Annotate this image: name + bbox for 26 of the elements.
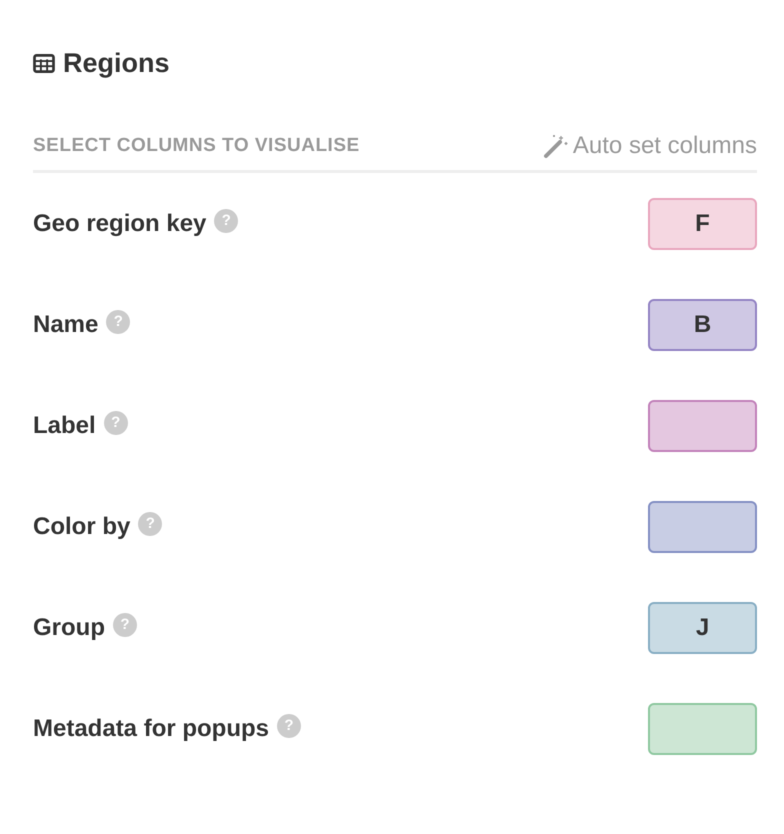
column-letter: F [695, 210, 710, 238]
help-icon[interactable]: ? [214, 208, 238, 232]
column-slot[interactable]: F [648, 198, 757, 250]
field-label: Metadata for popups [33, 714, 270, 742]
help-icon[interactable]: ? [138, 512, 162, 536]
field-label: Label [33, 412, 96, 440]
field-label: Group [33, 614, 105, 642]
field-label: Geo region key [33, 210, 206, 238]
column-slot[interactable] [648, 400, 757, 452]
help-icon[interactable]: ? [106, 310, 130, 334]
field-label: Color by [33, 512, 130, 540]
table-icon [33, 54, 55, 72]
column-slot[interactable]: B [648, 298, 757, 350]
column-slot[interactable] [648, 702, 757, 754]
column-letter: J [696, 614, 710, 642]
magic-wand-icon [542, 133, 569, 159]
help-icon[interactable]: ? [104, 410, 128, 434]
help-icon[interactable]: ? [277, 714, 302, 738]
column-slot[interactable]: J [648, 602, 757, 654]
auto-set-columns-button[interactable]: Auto set columns [542, 132, 757, 160]
help-icon[interactable]: ? [113, 612, 137, 636]
column-letter: B [694, 310, 712, 338]
section-heading: SELECT COLUMNS TO VISUALISE [33, 135, 360, 157]
panel-title: Regions [63, 48, 170, 78]
field-label: Name [33, 310, 98, 338]
column-slot[interactable] [648, 500, 757, 552]
